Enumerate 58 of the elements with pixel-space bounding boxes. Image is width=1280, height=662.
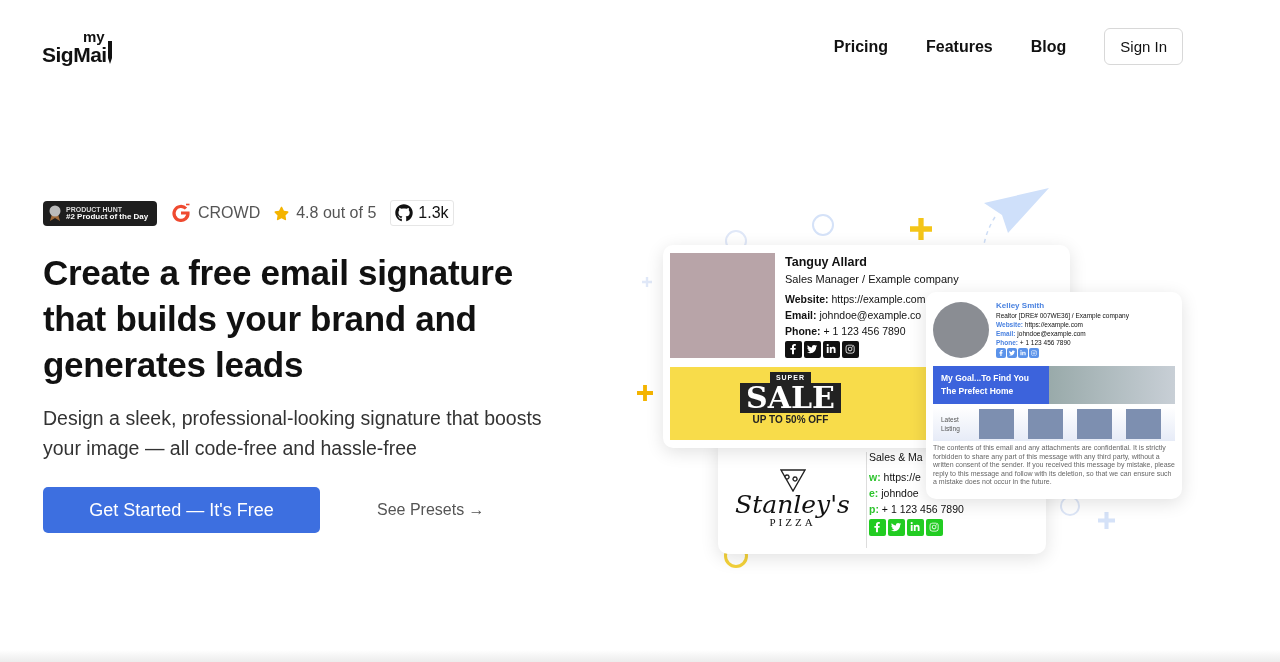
logo-text: SigMai [42,43,107,65]
contact-line: p: + 1 123 456 7890 [869,503,964,515]
pizza-logo-script: Stanley's [735,492,850,517]
plus-icon [637,385,653,401]
rating-text: 4.8 out of 5 [296,204,377,222]
linkedin-icon [823,341,840,358]
contact-line: e: johndoe [869,487,919,499]
sign-in-button[interactable]: Sign In [1104,28,1183,65]
hero-title: Create a free email signature that builds your brand and generates leads [43,252,514,386]
hero-subtitle: Design a sleek, professional-looking signature that boosts your image — all code-free and hassle-free [43,406,543,461]
facebook-icon [785,341,802,358]
g2-logo-icon [171,203,191,223]
contact-line: Phone: + 1 123 456 7890 [785,325,906,337]
twitter-icon [804,341,821,358]
nav-link[interactable]: Pricing [833,37,889,56]
job-title: Sales Manager / Example company [785,273,959,285]
realtor-banner: My Goal...To Find You The Prefect Home [933,366,1175,404]
pizza-slice-icon [777,468,808,492]
see-presets-link[interactable]: See Presets → [377,501,485,519]
plus-icon [1098,512,1115,529]
photo-placeholder [1028,409,1063,439]
plus-icon [642,277,652,287]
nav-link[interactable]: Features [926,37,993,56]
facebook-icon [996,348,1006,358]
contact-line: Website: https://example.com [785,293,926,305]
photo-placeholder [1077,409,1112,439]
job-title: Sales & Ma [869,451,923,463]
logo-text: my [83,28,105,44]
pizza-logo-word: PIZZA [769,517,816,528]
photo-placeholder [1126,409,1161,439]
github-icon [395,204,414,222]
plus-icon [910,218,932,240]
badge-title: #2 Product of the Day [66,212,149,221]
photo-placeholder [979,409,1014,439]
contact-line: w: https://e [869,471,921,483]
linkedin-icon [907,519,924,536]
banner-title: SALE [740,383,841,413]
avatar-placeholder [933,302,989,358]
twitter-icon [1007,348,1017,358]
paper-plane-icon [983,188,1049,234]
pen-icon [106,40,113,65]
github-badge[interactable]: 1.3k [390,200,454,226]
linkedin-icon [1018,348,1028,358]
get-started-button[interactable]: Get Started — It's Free [43,487,320,533]
nav-link[interactable]: Blog [1030,37,1067,56]
instagram-icon [842,341,859,358]
contact-line: Email: johndoe@example.co [785,309,922,321]
circle-decoration [812,214,834,236]
signature-name: Kelley Smith [996,301,1044,310]
banner-subtitle: UP TO 50% OFF [752,415,829,425]
medal-icon [49,205,61,221]
instagram-icon [926,519,943,536]
twitter-icon [888,519,905,536]
facebook-icon [869,519,886,536]
star-icon [274,205,290,221]
instagram-icon [1029,348,1039,358]
signature-name: Tanguy Allard [785,255,867,269]
g2-crowd-label: CROWD [198,204,261,222]
